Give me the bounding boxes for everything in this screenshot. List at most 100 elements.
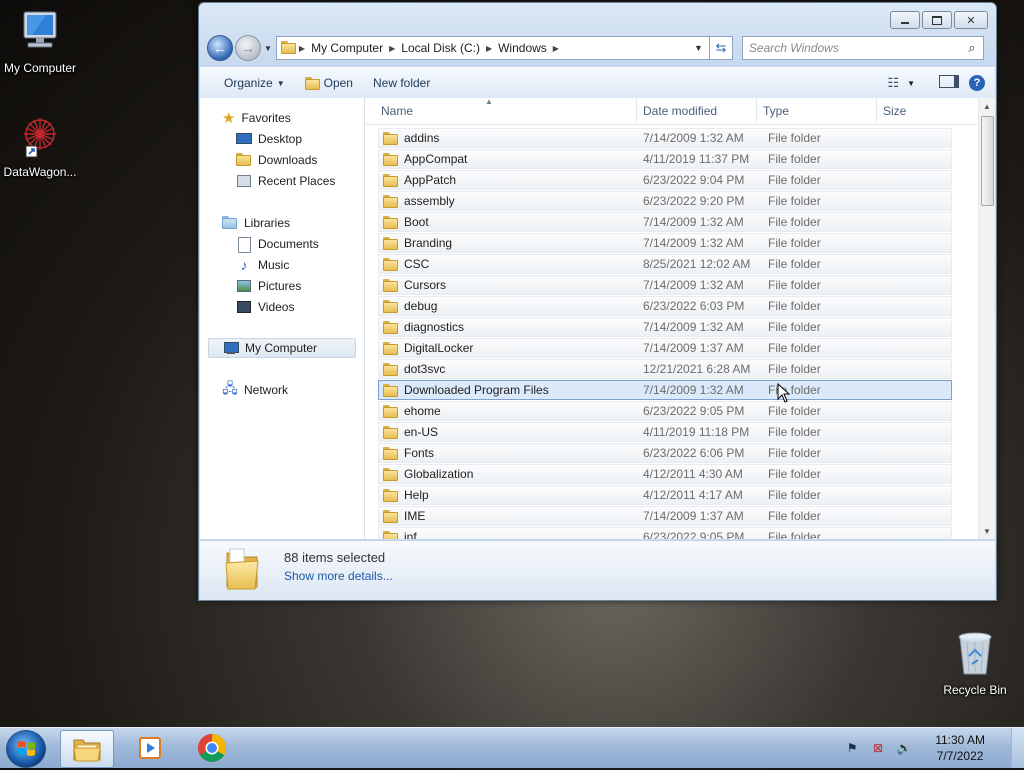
- navigation-pane: ★ Favorites Desktop Downloads Recent Pla…: [200, 98, 365, 539]
- nav-item-downloads[interactable]: Downloads: [236, 150, 317, 170]
- file-name-cell: AppCompat: [379, 152, 638, 166]
- breadcrumb-my-computer[interactable]: My Computer: [307, 41, 387, 55]
- breadcrumb-chevron-icon[interactable]: ▶: [297, 44, 307, 53]
- address-bar[interactable]: ▶ My Computer ▶ Local Disk (C:) ▶ Window…: [275, 36, 710, 60]
- taskbar-chrome-button[interactable]: [186, 730, 238, 766]
- scrollbar-thumb[interactable]: [981, 116, 994, 206]
- nav-item-recent-places[interactable]: Recent Places: [236, 171, 335, 191]
- show-more-details-link[interactable]: Show more details...: [284, 569, 393, 583]
- nav-item-videos[interactable]: Videos: [236, 297, 294, 317]
- desktop-icon-my-computer[interactable]: My Computer: [0, 8, 80, 75]
- minimize-icon: [901, 22, 909, 24]
- file-row[interactable]: ehome 6/23/2022 9:05 PM File folder: [378, 401, 952, 421]
- file-row[interactable]: dot3svc 12/21/2021 6:28 AM File folder: [378, 359, 952, 379]
- breadcrumb-windows[interactable]: Windows: [494, 41, 551, 55]
- file-type: File folder: [768, 446, 821, 460]
- computer-icon: [0, 8, 80, 59]
- taskbar-media-player-button[interactable]: [124, 730, 176, 766]
- folder-icon: [383, 383, 398, 397]
- scroll-up-icon[interactable]: ▲: [979, 98, 995, 114]
- preview-pane-button[interactable]: [939, 75, 959, 91]
- nav-favorites[interactable]: ★ Favorites: [222, 108, 291, 128]
- open-button[interactable]: Open: [295, 71, 363, 95]
- recycle-bin-icon: [935, 630, 1015, 681]
- file-row[interactable]: addins 7/14/2009 1:32 AM File folder: [378, 128, 952, 148]
- action-center-icon[interactable]: ⚑: [843, 740, 861, 756]
- address-history-dropdown[interactable]: ▼: [688, 43, 709, 53]
- column-header-size[interactable]: Size: [877, 98, 955, 124]
- organize-button[interactable]: Organize ▼: [214, 71, 295, 95]
- file-row[interactable]: IME 7/14/2009 1:37 AM File folder: [378, 506, 952, 526]
- breadcrumb-chevron-icon[interactable]: ▶: [551, 44, 561, 53]
- nav-network[interactable]: 🖧 Network: [222, 380, 288, 400]
- file-date: 4/12/2011 4:30 AM: [643, 467, 743, 481]
- breadcrumb-chevron-icon[interactable]: ▶: [387, 44, 397, 53]
- file-name: en-US: [404, 425, 439, 439]
- taskbar: ⚑ ⊠ 🔊 11:30 AM 7/7/2022: [0, 727, 1024, 768]
- maximize-button[interactable]: [922, 11, 952, 29]
- desktop-icon-recycle-bin[interactable]: Recycle Bin: [935, 630, 1015, 697]
- file-name-cell: Branding: [379, 236, 638, 250]
- breadcrumb-chevron-icon[interactable]: ▶: [484, 44, 494, 53]
- file-row[interactable]: assembly 6/23/2022 9:20 PM File folder: [378, 191, 952, 211]
- column-header-name[interactable]: ▲ Name: [365, 98, 637, 124]
- minimize-button[interactable]: [890, 11, 920, 29]
- desktop-icon: [236, 132, 252, 146]
- nav-item-desktop[interactable]: Desktop: [236, 129, 302, 149]
- file-row[interactable]: Globalization 4/12/2011 4:30 AM File folde…: [378, 464, 952, 484]
- help-icon[interactable]: ?: [969, 75, 985, 91]
- start-button[interactable]: [6, 730, 46, 768]
- file-row[interactable]: debug 6/23/2022 6:03 PM File folder: [378, 296, 952, 316]
- file-row[interactable]: Help 4/12/2011 4:17 AM File folder: [378, 485, 952, 505]
- desktop-icon-datawagon[interactable]: DataWagon...: [0, 112, 80, 179]
- column-header-date-modified[interactable]: Date modified: [637, 98, 757, 124]
- search-input[interactable]: [742, 41, 961, 55]
- file-row[interactable]: inf 6/23/2022 9:05 PM File folder: [378, 527, 952, 539]
- back-button[interactable]: ←: [207, 35, 233, 61]
- file-row[interactable]: Fonts 6/23/2022 6:06 PM File folder: [378, 443, 952, 463]
- nav-my-computer[interactable]: My Computer: [208, 338, 356, 358]
- file-row[interactable]: CSC 8/25/2021 12:02 AM File folder: [378, 254, 952, 274]
- file-name: ehome: [404, 404, 441, 418]
- file-name: diagnostics: [404, 320, 465, 334]
- file-row[interactable]: en-US 4/11/2019 11:18 PM File folder: [378, 422, 952, 442]
- taskbar-explorer-button[interactable]: [60, 730, 114, 768]
- search-box[interactable]: ⌕: [741, 36, 984, 60]
- documents-icon: [236, 237, 252, 253]
- file-row[interactable]: Boot 7/14/2009 1:32 AM File folder: [378, 212, 952, 232]
- show-desktop-button[interactable]: [1011, 728, 1024, 768]
- nav-item-documents[interactable]: Documents: [236, 234, 319, 254]
- organize-label: Organize: [224, 76, 273, 90]
- file-row[interactable]: Cursors 7/14/2009 1:32 AM File folder: [378, 275, 952, 295]
- nav-item-label: Videos: [258, 300, 295, 314]
- recent-pages-dropdown[interactable]: ▼: [264, 44, 272, 53]
- column-header-label: Type: [763, 104, 790, 118]
- file-row[interactable]: Branding 7/14/2009 1:32 AM File folder: [378, 233, 952, 253]
- file-row[interactable]: AppCompat 4/11/2019 11:37 PM File folder: [378, 149, 952, 169]
- vertical-scrollbar[interactable]: ▲ ▼: [978, 98, 995, 539]
- file-row[interactable]: DigitalLocker 7/14/2009 1:37 AM File folde…: [378, 338, 952, 358]
- nav-item-music[interactable]: ♪ Music: [236, 255, 290, 275]
- breadcrumb-local-disk[interactable]: Local Disk (C:): [397, 41, 484, 55]
- file-type: File folder: [768, 404, 821, 418]
- folder-icon: [383, 236, 398, 250]
- file-row[interactable]: Downloaded Program Files 7/14/2009 1:32 A…: [378, 380, 952, 400]
- file-date: 6/23/2022 9:20 PM: [643, 194, 745, 208]
- nav-item-pictures[interactable]: Pictures: [236, 276, 301, 296]
- forward-button[interactable]: →: [235, 35, 261, 61]
- new-folder-button[interactable]: New folder: [363, 71, 440, 95]
- file-row[interactable]: diagnostics 7/14/2009 1:32 AM File folder: [378, 317, 952, 337]
- volume-icon[interactable]: 🔊: [895, 740, 913, 756]
- network-status-icon[interactable]: ⊠: [869, 740, 887, 756]
- file-row[interactable]: AppPatch 6/23/2022 9:04 PM File folder: [378, 170, 952, 190]
- preview-pane-icon: [939, 75, 959, 88]
- nav-libraries[interactable]: Libraries: [222, 213, 290, 233]
- view-options-button[interactable]: ☷ ▼: [887, 75, 915, 91]
- nav-network-label: Network: [244, 383, 289, 397]
- clock[interactable]: 11:30 AM 7/7/2022: [935, 732, 985, 764]
- folder-icon: [383, 425, 398, 439]
- scroll-down-icon[interactable]: ▼: [979, 523, 995, 539]
- close-button[interactable]: ✕: [954, 11, 988, 29]
- refresh-button[interactable]: ⇆: [709, 36, 733, 60]
- column-header-type[interactable]: Type: [757, 98, 877, 124]
